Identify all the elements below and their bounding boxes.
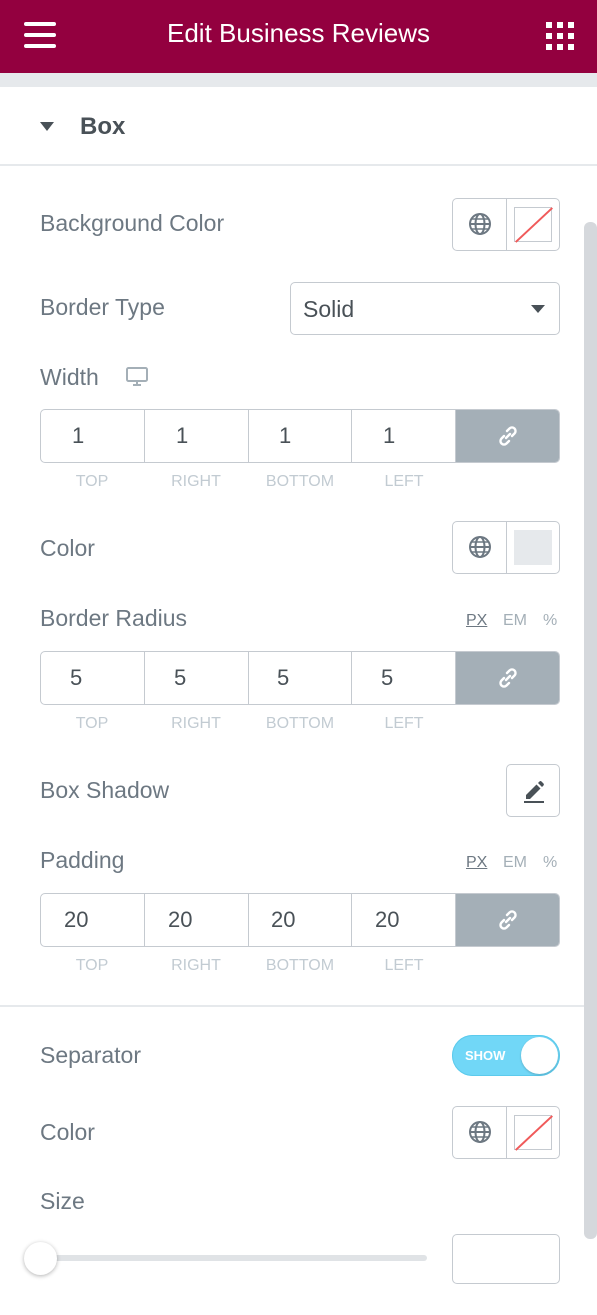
width-right-input[interactable]: 1 <box>145 410 249 462</box>
border-radius-label: Border Radius <box>40 605 188 631</box>
caret-down-icon <box>40 122 54 131</box>
toggle-text: SHOW <box>465 1048 506 1063</box>
separator-color-label: Color <box>40 1119 95 1145</box>
panel-header: Edit Business Reviews <box>0 0 597 73</box>
size-label: Size <box>40 1188 85 1214</box>
section-toggle-box[interactable]: Box <box>0 87 597 166</box>
widgets-grid-icon[interactable] <box>546 22 574 50</box>
panel-title: Edit Business Reviews <box>167 18 430 48</box>
globe-icon <box>469 213 491 235</box>
padding-dimensions: 20 20 20 20 <box>40 893 560 947</box>
padding-left-input[interactable]: 20 <box>352 894 456 946</box>
padding-units: PX EM % <box>466 854 560 874</box>
link-icon <box>499 910 517 930</box>
toggle-knob <box>521 1037 558 1074</box>
padding-bottom-input[interactable]: 20 <box>248 894 352 946</box>
background-color-label: Background Color <box>40 210 225 236</box>
size-input[interactable] <box>452 1234 560 1284</box>
width-bottom-input[interactable]: 1 <box>248 410 352 462</box>
border-color-control <box>452 521 560 574</box>
padding-top-input[interactable]: 20 <box>41 894 145 946</box>
link-values-button[interactable] <box>456 652 559 704</box>
global-colors-button[interactable] <box>453 199 507 250</box>
unit-percent[interactable]: % <box>543 612 557 630</box>
radius-right-input[interactable]: 5 <box>145 652 249 704</box>
padding-bottom-label: BOTTOM <box>265 957 335 974</box>
radius-right-label: RIGHT <box>171 715 221 732</box>
separator-toggle[interactable]: SHOW <box>452 1035 560 1076</box>
box-shadow-label: Box Shadow <box>40 777 170 803</box>
border-type-value: Solid <box>303 296 355 322</box>
section-title: Box <box>80 113 126 140</box>
box-shadow-edit-button[interactable] <box>506 764 560 817</box>
padding-top-label: TOP <box>75 957 109 974</box>
width-top-label: TOP <box>75 473 109 490</box>
border-color-swatch[interactable] <box>514 530 552 565</box>
border-color-label: Color <box>40 535 95 561</box>
link-icon <box>499 668 517 688</box>
padding-right-label: RIGHT <box>171 957 221 974</box>
link-icon <box>499 426 517 446</box>
width-right-label: RIGHT <box>171 473 221 490</box>
radius-top-input[interactable]: 5 <box>41 652 145 704</box>
globe-icon <box>469 1121 491 1143</box>
radius-bottom-label: BOTTOM <box>265 715 335 732</box>
width-label: Width <box>40 364 99 390</box>
link-values-button[interactable] <box>456 410 559 462</box>
padding-label: Padding <box>40 847 125 873</box>
separator-label: Separator <box>40 1042 142 1068</box>
radius-top-label: TOP <box>75 715 109 732</box>
scrollbar[interactable] <box>584 222 597 1239</box>
unit-px[interactable]: PX <box>466 854 487 872</box>
padding-right-input[interactable]: 20 <box>145 894 249 946</box>
unit-em[interactable]: EM <box>503 612 527 630</box>
border-type-select[interactable]: Solid <box>290 282 560 335</box>
globe-icon <box>469 536 491 558</box>
radius-bottom-input[interactable]: 5 <box>248 652 352 704</box>
global-colors-button[interactable] <box>453 522 507 573</box>
unit-percent[interactable]: % <box>543 854 557 872</box>
separator-color-control <box>452 1106 560 1159</box>
border-type-label: Border Type <box>40 294 165 320</box>
width-left-input[interactable]: 1 <box>352 410 456 462</box>
width-dimensions: 1 1 1 1 <box>40 409 560 463</box>
border-radius-units: PX EM % <box>466 612 560 632</box>
size-slider-handle[interactable] <box>24 1242 57 1275</box>
border-radius-dimensions: 5 5 5 5 <box>40 651 560 705</box>
radius-left-input[interactable]: 5 <box>352 652 456 704</box>
separator-color-swatch[interactable] <box>514 1115 552 1150</box>
width-bottom-label: BOTTOM <box>265 473 335 490</box>
link-values-button[interactable] <box>456 894 559 946</box>
background-color-control <box>452 198 560 251</box>
global-colors-button[interactable] <box>453 1107 507 1158</box>
desktop-icon[interactable] <box>126 367 148 387</box>
radius-left-label: LEFT <box>384 715 424 732</box>
unit-em[interactable]: EM <box>503 854 527 872</box>
width-left-label: LEFT <box>384 473 424 490</box>
padding-left-label: LEFT <box>384 957 424 974</box>
chevron-down-icon <box>531 305 545 313</box>
unit-px[interactable]: PX <box>466 612 487 630</box>
header-subbar <box>0 73 597 87</box>
pencil-icon <box>524 781 544 803</box>
width-top-input[interactable]: 1 <box>41 410 145 462</box>
size-slider-track[interactable] <box>40 1255 427 1261</box>
background-color-swatch[interactable] <box>514 207 552 242</box>
